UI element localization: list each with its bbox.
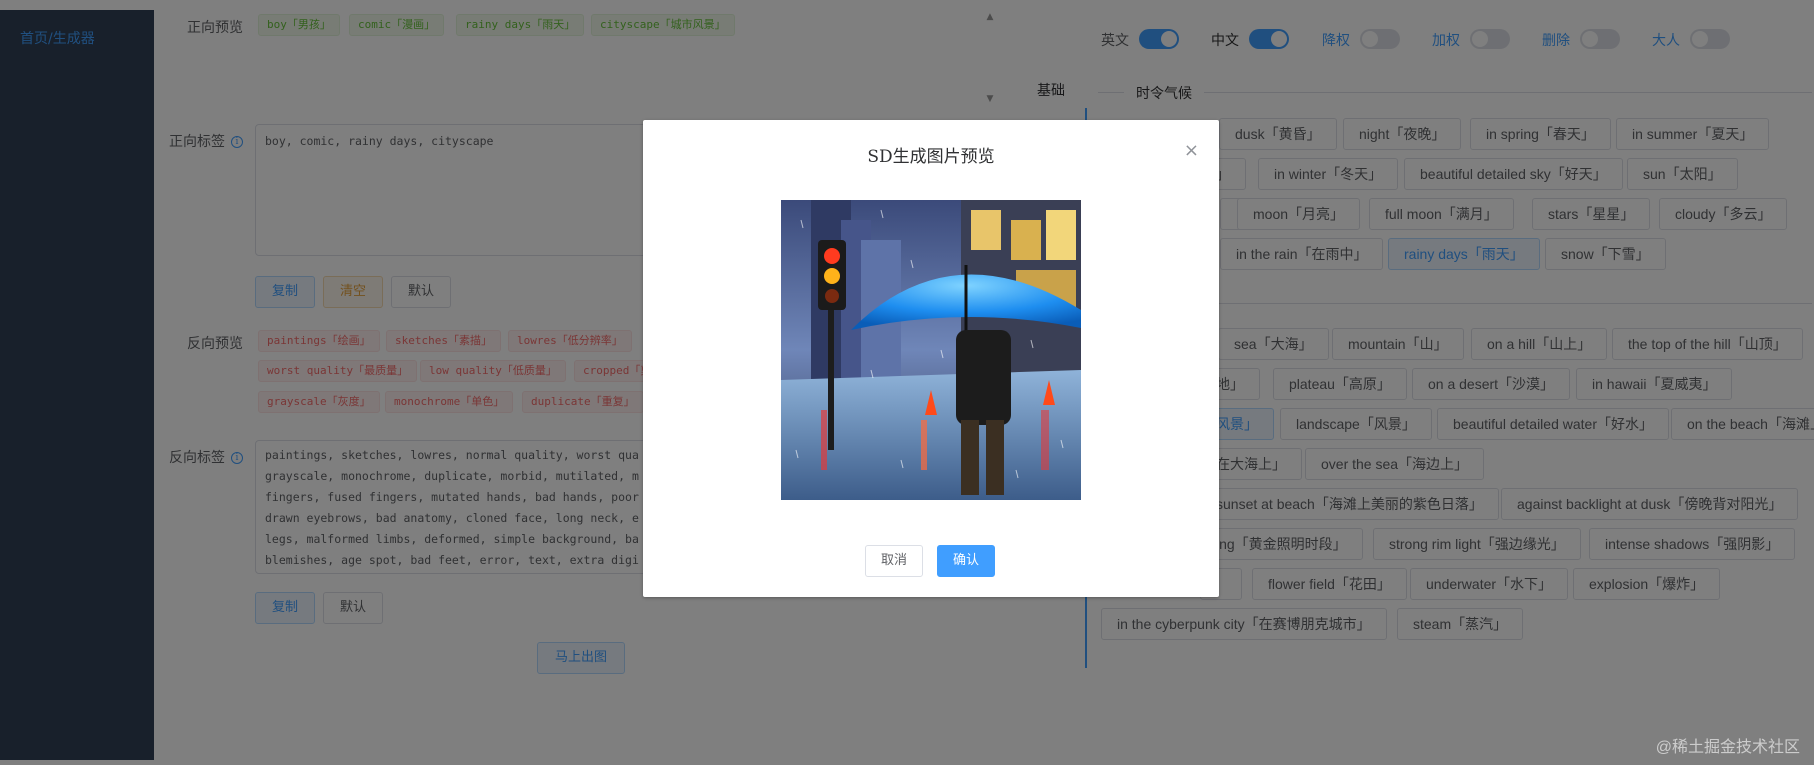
- app-root: 首页/生成器 正向预览 boy「男孩」 comic「漫画」 rainy days…: [0, 0, 1814, 765]
- confirm-button[interactable]: 确认: [937, 545, 996, 577]
- generated-image-illustration: [781, 200, 1081, 500]
- watermark: @稀土掘金技术社区: [1655, 739, 1800, 756]
- modal-title: SD生成图片预览: [867, 147, 995, 167]
- close-icon[interactable]: ×: [1184, 142, 1199, 160]
- preview-modal: SD生成图片预览 × 取消 确认: [643, 120, 1219, 597]
- cancel-button[interactable]: 取消: [865, 545, 924, 577]
- generated-image: [781, 200, 1081, 500]
